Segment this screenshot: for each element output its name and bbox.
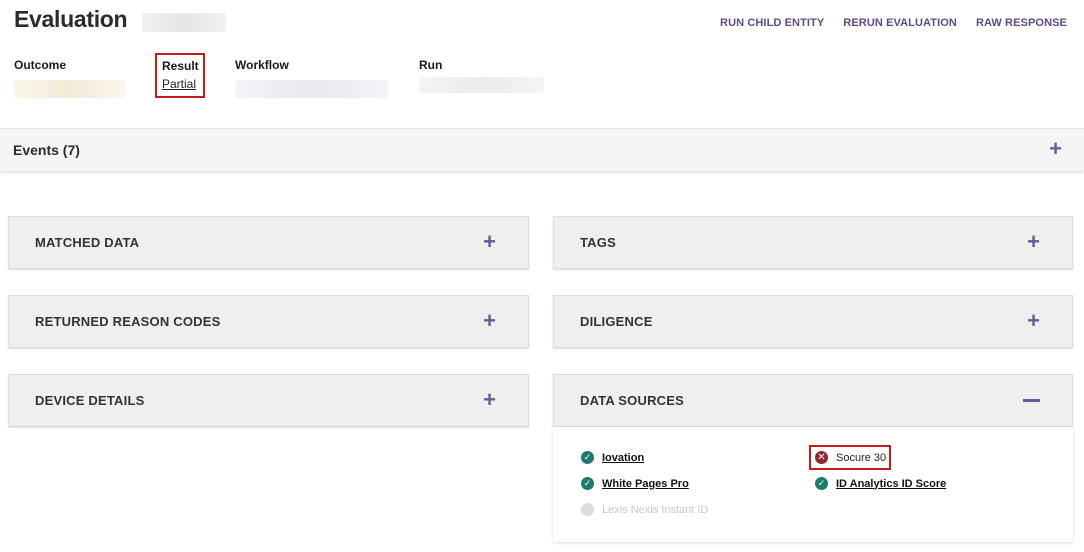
data-source-item-white-pages-pro: ✓ White Pages Pro [581,477,689,490]
expand-matched-data-plus-icon[interactable]: + [483,231,496,253]
device-details-panel[interactable]: DEVICE DETAILS + [8,374,529,427]
expand-reason-codes-plus-icon[interactable]: + [483,310,496,332]
run-label: Run [419,58,443,72]
data-source-item-iovation: ✓ Iovation [581,451,644,464]
run-child-entity-button[interactable]: RUN CHILD ENTITY [720,17,824,29]
redacted-outcome-value [14,80,126,98]
data-sources-title: DATA SOURCES [580,393,684,408]
expand-diligence-plus-icon[interactable]: + [1027,310,1040,332]
data-sources-panel[interactable]: DATA SOURCES [553,374,1073,427]
diligence-title: DILIGENCE [580,314,653,329]
check-circle-icon: ✓ [815,477,828,490]
expand-events-plus-icon[interactable]: + [1049,138,1062,160]
x-circle-icon: ✕ [815,451,828,464]
data-source-item-id-analytics: ✓ ID Analytics ID Score [815,477,946,490]
data-source-label-lexis-nexis: Lexis Nexis Instant ID [602,503,709,516]
returned-reason-codes-panel[interactable]: RETURNED REASON CODES + [8,295,529,348]
redacted-workflow-value [235,80,388,98]
check-circle-icon: ✓ [581,477,594,490]
tags-title: TAGS [580,235,616,250]
rerun-evaluation-button[interactable]: RERUN EVALUATION [843,17,957,29]
data-source-link-iovation[interactable]: Iovation [602,452,644,464]
outcome-label: Outcome [14,58,67,72]
result-field: Result Partial [155,53,205,98]
redacted-evaluation-id [142,13,226,32]
outcome-field: Outcome [14,58,126,98]
data-source-item-socure: ✕ Socure 30 [815,451,886,464]
tags-panel[interactable]: TAGS + [553,216,1073,269]
raw-response-button[interactable]: RAW RESPONSE [976,17,1067,29]
collapse-data-sources-minus-icon[interactable] [1023,399,1040,402]
events-title: Events (7) [13,142,80,158]
data-source-link-white-pages-pro[interactable]: White Pages Pro [602,478,689,490]
run-field: Run [419,58,544,93]
check-circle-icon: ✓ [581,451,594,464]
page-title: Evaluation [14,6,128,32]
evaluation-header: Evaluation RUN CHILD ENTITY RERUN EVALUA… [0,0,1084,128]
returned-reason-codes-title: RETURNED REASON CODES [35,314,221,329]
data-source-item-lexis-nexis: Lexis Nexis Instant ID [581,503,708,516]
workflow-label: Workflow [235,58,289,72]
workflow-field: Workflow [235,58,388,98]
device-details-title: DEVICE DETAILS [35,393,145,408]
expand-tags-plus-icon[interactable]: + [1027,231,1040,253]
redacted-run-value [419,77,544,93]
expand-device-details-plus-icon[interactable]: + [483,389,496,411]
header-actions: RUN CHILD ENTITY RERUN EVALUATION RAW RE… [720,17,1067,29]
matched-data-panel[interactable]: MATCHED DATA + [8,216,529,269]
matched-data-title: MATCHED DATA [35,235,140,250]
events-section-header[interactable]: Events (7) + [0,128,1084,171]
data-source-label-socure: Socure 30 [836,451,887,464]
result-label: Result [162,59,199,73]
result-value-link[interactable]: Partial [162,77,196,91]
diligence-panel[interactable]: DILIGENCE + [553,295,1073,348]
data-source-link-id-analytics[interactable]: ID Analytics ID Score [836,478,946,490]
minus-circle-icon [581,503,594,516]
